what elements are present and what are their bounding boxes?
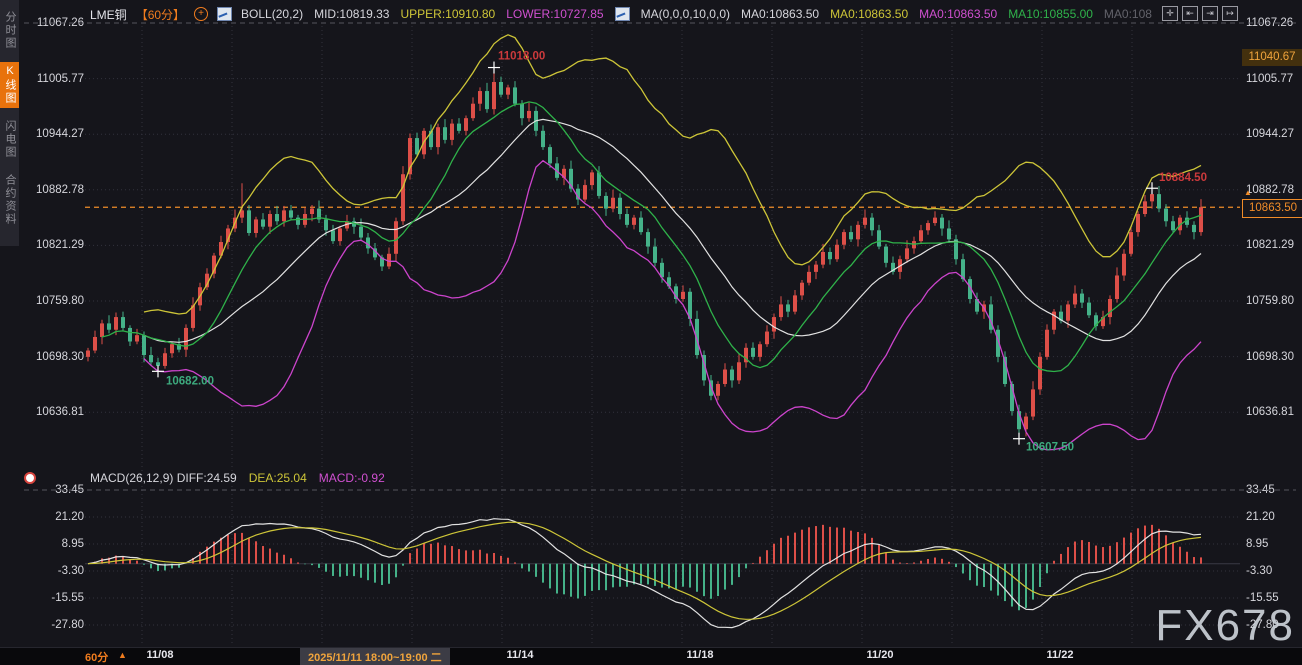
bottom-period-label[interactable]: 60分 (85, 649, 108, 665)
selected-time-range: 2025/11/11 18:00~19:00 二 (300, 648, 450, 665)
indicator-value: MA0:10863.50 (741, 7, 819, 21)
indicator-value: BOLL(20,2) (241, 7, 303, 21)
extreme-price-annotation: 10682.00 (166, 375, 214, 387)
indicator-value: MA0:10863.50 (919, 7, 997, 21)
extreme-price-annotation: 11018.00 (498, 51, 545, 63)
extreme-price-annotation: 10884.50 (1159, 172, 1207, 184)
macd-indicator-icon[interactable] (24, 472, 36, 484)
indicator-value: MID:10819.33 (314, 7, 389, 21)
date-label: 11/08 (130, 649, 190, 661)
period-up-arrow-icon[interactable]: ▲ (118, 650, 127, 660)
ma10-line (102, 102, 1201, 372)
price-arrow-icon: ▲ (1244, 188, 1252, 197)
macd-value: MACD(26,12,9) DIFF:24.59 (90, 471, 237, 485)
indicator-values: BOLL(20,2) MID:10819.33 UPPER:10910.80 LOWE… (241, 7, 1152, 21)
extreme-price-annotation: 10607.50 (1026, 442, 1074, 454)
date-label: 11/20 (850, 649, 910, 661)
indicator-value: MA10:10855.00 (1008, 7, 1093, 21)
macd-header: MACD(26,12,9) DIFF:24.59 DEA:25.04 MACD:-0… (90, 471, 385, 485)
pan-icon[interactable]: ✛ (1162, 6, 1178, 21)
sidebar-item-timeline-chart[interactable]: 分时图 (0, 8, 19, 53)
sidebar-item-contract-info[interactable]: 合约资料 (0, 171, 19, 229)
macd-dea-line (88, 522, 1201, 619)
indicator-value: UPPER:10910.80 (400, 7, 495, 21)
shift-right-icon[interactable]: ↦ (1222, 6, 1238, 21)
boll-mini-chart-icon[interactable] (217, 7, 232, 21)
indicator-value: MA(0,0,0,10,0,0) (641, 7, 730, 21)
chart-toolbar: ✛ ⇤ ⇥ ↦ (1162, 6, 1238, 21)
date-label: 11/18 (670, 649, 730, 661)
chart-header: LME铜 【60分】 + BOLL(20,2) MID:10819.33 UPPER… (90, 5, 1152, 23)
symbol-name: LME铜 (90, 6, 127, 23)
sidebar: 分时图 K线图 闪电图 合约资料 (0, 0, 19, 246)
indicator-value: MA0:108 (1104, 7, 1152, 21)
zoom-x-axis-icon[interactable]: ⇤ (1182, 6, 1198, 21)
add-circle-icon[interactable]: + (194, 7, 208, 21)
kline-chart[interactable]: 10682.00 11018.00 10607.50 10884.50 (0, 0, 1302, 665)
period-label[interactable]: 【60分】 (136, 6, 185, 23)
kline-app: 10682.00 11018.00 10607.50 10884.50 分时图 K线图… (0, 0, 1302, 665)
time-axis-bar: 60分 ▲ 2025/11/11 18:00~19:00 二 11/08 11/1… (0, 647, 1302, 665)
sidebar-item-flash-chart[interactable]: 闪电图 (0, 117, 19, 162)
ma-mini-chart-icon[interactable] (615, 7, 630, 21)
current-price-badge: 10863.50 (1242, 199, 1302, 218)
watermark: FX678 (1155, 601, 1295, 651)
date-label: 11/14 (490, 649, 550, 661)
macd-value: DEA:25.04 (249, 471, 307, 485)
macd-value: MACD:-0.92 (319, 471, 385, 485)
zoom-y-axis-icon[interactable]: ⇥ (1202, 6, 1218, 21)
indicator-value: LOWER:10727.85 (506, 7, 603, 21)
macd-histogram (88, 525, 1201, 610)
candles (86, 68, 1203, 439)
date-label: 11/22 (1030, 649, 1090, 661)
reference-high-badge: 11040.67 (1242, 49, 1302, 66)
indicator-value: MA0:10863.50 (830, 7, 908, 21)
price-annotations: 10682.00 11018.00 10607.50 10884.50 (152, 51, 1207, 454)
sidebar-item-kline-chart[interactable]: K线图 (0, 62, 19, 108)
